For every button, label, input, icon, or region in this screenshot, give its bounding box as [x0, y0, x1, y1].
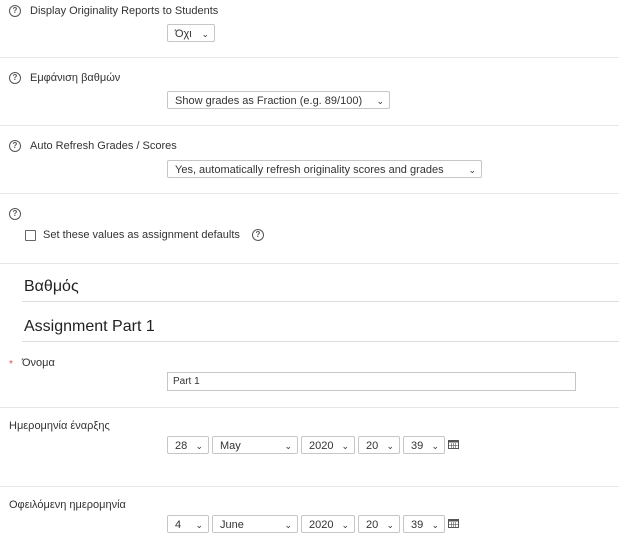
required-icon: *	[9, 359, 13, 370]
due-date-label: Οφειλόμενη ημερομηνία	[9, 499, 126, 511]
section-grade-heading[interactable]: Βαθμός	[24, 278, 79, 296]
start-day-value: 28	[175, 440, 188, 452]
section-divider	[22, 341, 619, 342]
chevron-down-icon: ⌄	[195, 441, 203, 451]
originality-select-value: Όχι	[175, 28, 192, 40]
chevron-down-icon: ⌄	[468, 165, 476, 175]
due-year-value: 2020	[309, 519, 334, 531]
auto-refresh-label: Auto Refresh Grades / Scores	[30, 140, 177, 152]
chevron-down-icon: ⌄	[376, 96, 384, 106]
chevron-down-icon: ⌄	[284, 441, 292, 451]
separator	[0, 57, 619, 58]
separator	[0, 193, 619, 194]
help-icon[interactable]: ?	[9, 140, 21, 152]
defaults-checkbox[interactable]	[25, 230, 36, 241]
start-day-select[interactable]: 28 ⌄	[167, 436, 209, 454]
start-date-label: Ημερομηνία έναρξης	[9, 420, 110, 432]
chevron-down-icon: ⌄	[341, 520, 349, 530]
name-input-value: Part 1	[173, 376, 200, 387]
help-icon[interactable]: ?	[9, 5, 21, 17]
calendar-icon[interactable]	[448, 439, 459, 449]
calendar-icon[interactable]	[448, 518, 459, 528]
help-icon[interactable]: ?	[9, 72, 21, 84]
auto-refresh-select-value: Yes, automatically refresh originality s…	[175, 164, 444, 176]
section-divider	[22, 301, 619, 302]
chevron-down-icon: ⌄	[431, 441, 439, 451]
start-year-select[interactable]: 2020 ⌄	[301, 436, 355, 454]
due-hour-value: 20	[366, 519, 379, 531]
originality-label: Display Originality Reports to Students	[30, 5, 219, 17]
separator	[0, 407, 619, 408]
due-minute-select[interactable]: 39 ⌄	[403, 515, 445, 533]
start-month-select[interactable]: May ⌄	[212, 436, 298, 454]
separator	[0, 263, 619, 264]
start-month-value: May	[220, 440, 241, 452]
help-icon[interactable]: ?	[252, 229, 264, 241]
chevron-down-icon: ⌄	[431, 520, 439, 530]
due-day-value: 4	[175, 519, 182, 531]
grades-display-select[interactable]: Show grades as Fraction (e.g. 89/100) ⌄	[167, 91, 390, 109]
due-day-select[interactable]: 4 ⌄	[167, 515, 209, 533]
due-month-value: June	[220, 519, 244, 531]
start-minute-select[interactable]: 39 ⌄	[403, 436, 445, 454]
grades-display-select-value: Show grades as Fraction (e.g. 89/100)	[175, 95, 363, 107]
start-year-value: 2020	[309, 440, 334, 452]
separator	[0, 125, 619, 126]
chevron-down-icon: ⌄	[284, 520, 292, 530]
chevron-down-icon: ⌄	[195, 520, 203, 530]
due-hour-select[interactable]: 20 ⌄	[358, 515, 400, 533]
originality-select[interactable]: Όχι ⌄	[167, 24, 215, 42]
chevron-down-icon: ⌄	[201, 29, 209, 39]
help-icon[interactable]: ?	[9, 208, 21, 220]
due-month-select[interactable]: June ⌄	[212, 515, 298, 533]
chevron-down-icon: ⌄	[386, 441, 394, 451]
name-input[interactable]: Part 1	[167, 372, 576, 391]
start-hour-value: 20	[366, 440, 379, 452]
start-hour-select[interactable]: 20 ⌄	[358, 436, 400, 454]
separator	[0, 486, 619, 487]
auto-refresh-select[interactable]: Yes, automatically refresh originality s…	[167, 160, 482, 178]
section-part-heading[interactable]: Assignment Part 1	[24, 318, 155, 336]
grades-display-label: Εμφάνιση βαθμών	[30, 72, 121, 84]
chevron-down-icon: ⌄	[386, 520, 394, 530]
name-label: Όνομα	[22, 357, 55, 369]
due-year-select[interactable]: 2020 ⌄	[301, 515, 355, 533]
due-minute-value: 39	[411, 519, 424, 531]
start-minute-value: 39	[411, 440, 424, 452]
defaults-checkbox-label: Set these values as assignment defaults	[43, 229, 240, 241]
chevron-down-icon: ⌄	[341, 441, 349, 451]
